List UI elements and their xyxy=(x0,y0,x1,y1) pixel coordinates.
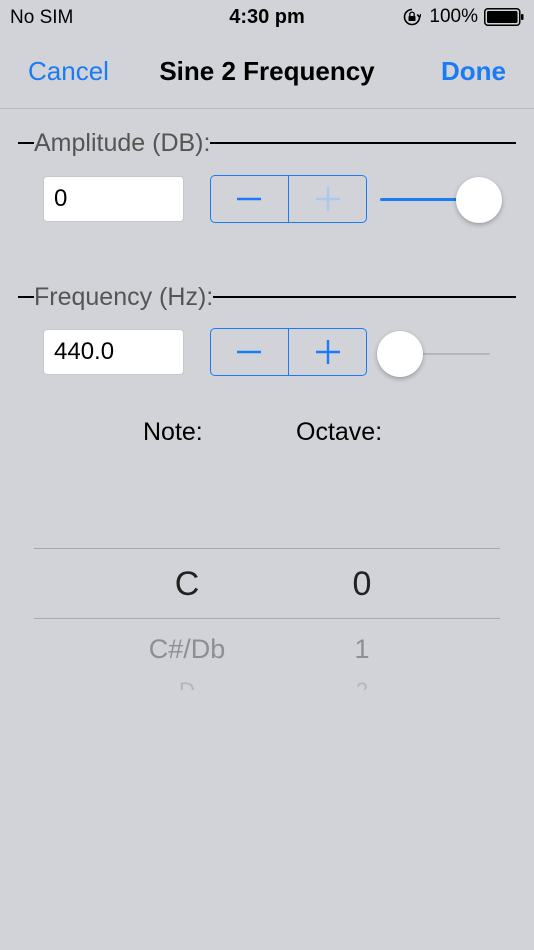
battery-percentage: 100% xyxy=(429,6,478,27)
frequency-input[interactable] xyxy=(43,329,184,375)
plus-icon xyxy=(315,340,340,364)
amplitude-increment-button[interactable] xyxy=(289,176,366,222)
faded-note-option[interactable]: D xyxy=(87,676,287,690)
note-label: Note: xyxy=(143,418,203,446)
navigation-bar: Cancel Sine 2 Frequency Done xyxy=(0,38,534,109)
amplitude-decrement-button[interactable] xyxy=(211,176,288,222)
amplitude-section-header: Amplitude (DB): xyxy=(18,128,516,158)
plus-icon xyxy=(315,187,340,211)
rotation-lock-icon xyxy=(404,8,422,26)
slider-thumb[interactable] xyxy=(456,177,502,223)
selected-octave: 0 xyxy=(352,565,372,603)
minus-icon xyxy=(237,197,262,201)
amplitude-slider[interactable] xyxy=(380,176,502,224)
note-octave-picker[interactable]: C C#/Db D 0 1 2 xyxy=(34,548,500,698)
frequency-label: Frequency (Hz): xyxy=(34,282,214,311)
amplitude-stepper[interactable] xyxy=(210,175,367,223)
frequency-stepper[interactable] xyxy=(210,328,367,376)
octave-picker-column[interactable]: 0 1 2 xyxy=(262,548,462,698)
frequency-slider[interactable] xyxy=(377,330,490,378)
battery-icon xyxy=(484,8,524,26)
header-dash xyxy=(18,296,34,298)
note-picker-column[interactable]: C C#/Db D xyxy=(87,548,287,698)
status-right: 100% xyxy=(403,6,524,28)
selected-note: C xyxy=(174,565,200,603)
header-divider xyxy=(210,142,516,144)
frequency-decrement-button[interactable] xyxy=(211,329,288,375)
amplitude-label: Amplitude (DB): xyxy=(34,128,211,157)
header-dash xyxy=(18,142,34,144)
slider-thumb[interactable] xyxy=(377,331,423,377)
next-octave-option[interactable]: 1 xyxy=(262,634,462,665)
frequency-increment-button[interactable] xyxy=(289,329,366,375)
status-bar: No SIM 4:30 pm 100% xyxy=(0,0,534,38)
next-note-option[interactable]: C#/Db xyxy=(87,634,287,665)
faded-octave-option[interactable]: 2 xyxy=(262,676,462,690)
done-button[interactable]: Done xyxy=(441,56,506,87)
header-divider xyxy=(213,296,516,298)
frequency-section-header: Frequency (Hz): xyxy=(18,282,516,312)
minus-icon xyxy=(237,350,262,354)
octave-label: Octave: xyxy=(296,418,383,446)
amplitude-input[interactable] xyxy=(43,176,184,222)
